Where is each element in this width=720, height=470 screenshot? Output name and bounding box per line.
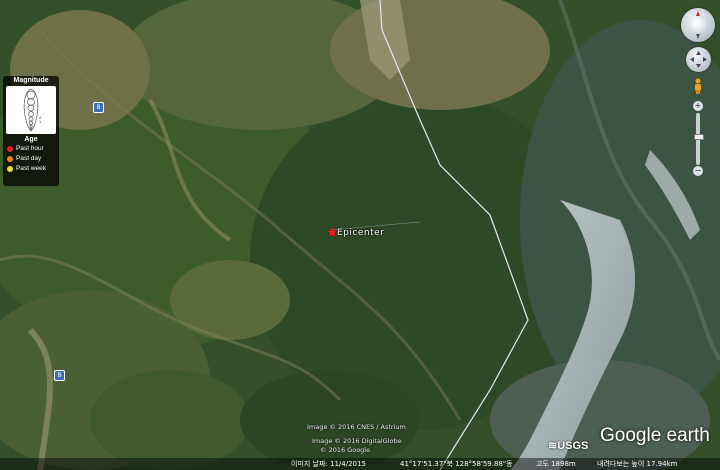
- look-joystick-icon[interactable]: [686, 47, 711, 72]
- zoom-in-button[interactable]: +: [693, 101, 703, 111]
- zoom-thumb[interactable]: [694, 134, 704, 140]
- age-dot-icon: [7, 146, 13, 152]
- legend-panel: Magnitude 2 1 Age Past hour Past day Pas…: [3, 76, 59, 186]
- zoom-slider[interactable]: + −: [693, 101, 704, 177]
- status-bar: 이미지 날짜: 11/4/2015 41°17'51.37"북 128°58'5…: [0, 458, 720, 470]
- epicenter-label: Epicenter: [337, 228, 385, 238]
- imagery-credit: © 2016 Google: [320, 446, 371, 454]
- compass-icon[interactable]: [681, 8, 715, 42]
- eye-altitude-readout: 내려다보는 높이 17.94km: [597, 460, 678, 468]
- zoom-out-button[interactable]: −: [693, 166, 703, 176]
- legend-age-title: Age: [24, 136, 38, 143]
- age-label: Past day: [16, 155, 42, 162]
- legend-age-item: Past day: [3, 154, 59, 164]
- road-shield-icon: B: [54, 370, 65, 381]
- street-view-icon[interactable]: [693, 78, 703, 94]
- road-shield-icon: B: [93, 102, 104, 113]
- age-dot-icon: [7, 166, 13, 172]
- magnitude-level: 1: [39, 119, 42, 124]
- legend-magnitude-title: Magnitude: [13, 77, 49, 84]
- usgs-logo: ≋USGS: [548, 440, 589, 452]
- imagery-credit: Image © 2016 DigitalGlobe: [312, 437, 402, 445]
- legend-age-item: Past hour: [3, 144, 59, 154]
- magnitude-level-labels: 2 1: [39, 116, 41, 124]
- age-label: Past hour: [16, 145, 44, 152]
- elevation-readout: 고도 1898m: [536, 460, 576, 468]
- google-earth-logo: Google earth: [600, 425, 710, 446]
- image-date: 이미지 날짜: 11/4/2015: [291, 460, 366, 468]
- age-label: Past week: [16, 165, 46, 172]
- coordinates-readout: 41°17'51.37"북 128°58'59.88"동: [400, 460, 513, 468]
- legend-age-item: Past week: [3, 164, 59, 174]
- magnitude-scale: 2 1: [6, 86, 56, 134]
- age-dot-icon: [7, 156, 13, 162]
- imagery-credit: Image © 2016 CNES / Astrium: [307, 423, 406, 431]
